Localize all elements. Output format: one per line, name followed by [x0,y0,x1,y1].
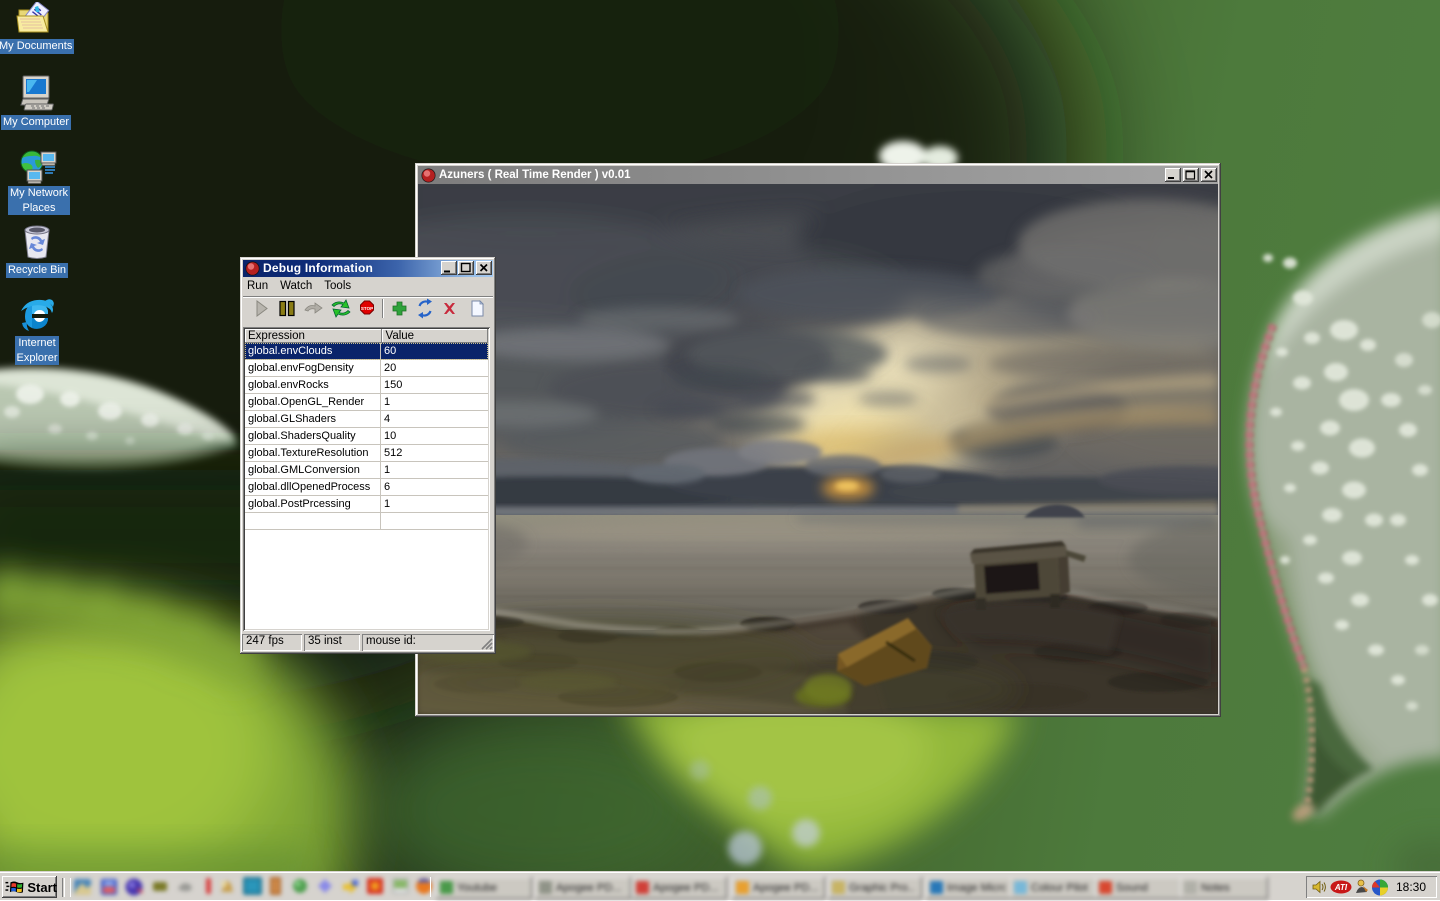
svg-text:STOP: STOP [361,306,373,311]
svg-text:ATI: ATI [1334,883,1348,892]
